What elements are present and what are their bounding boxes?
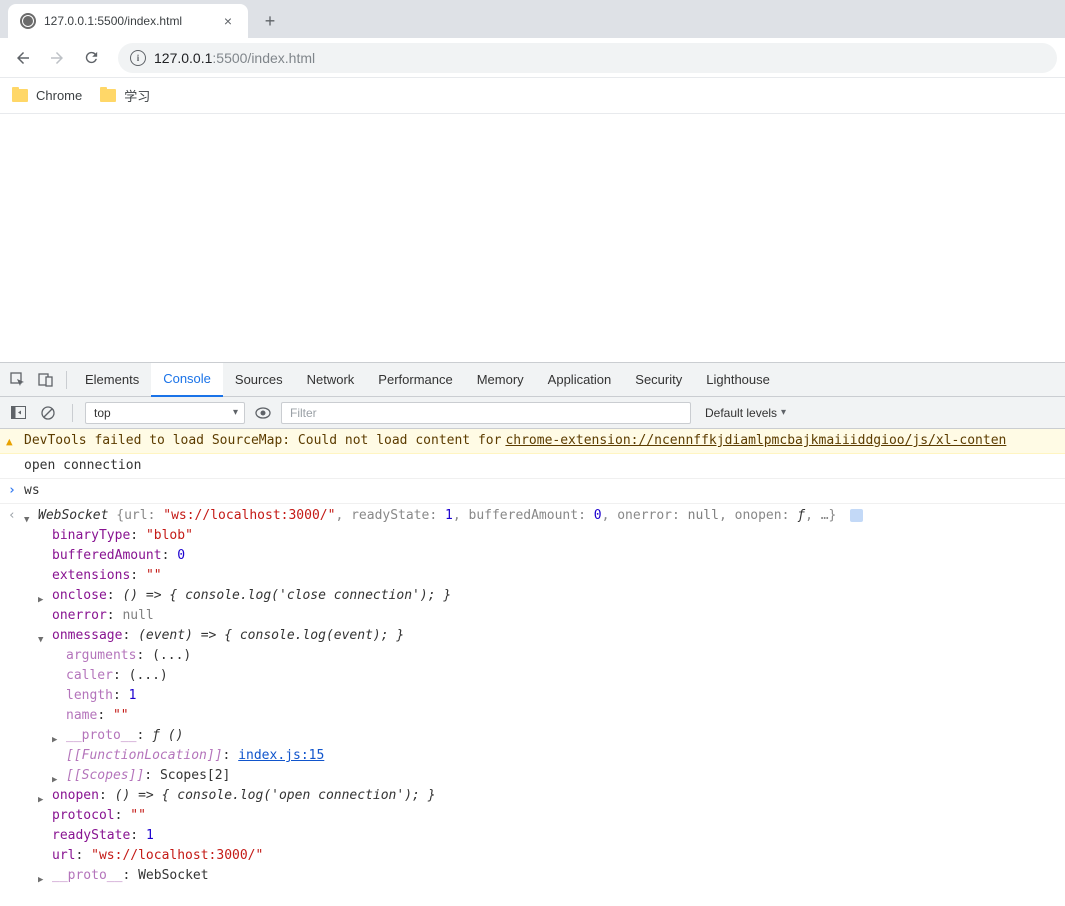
tab-network[interactable]: Network — [295, 363, 367, 397]
console-input-row[interactable]: ws — [0, 479, 1065, 504]
bookmark-chrome[interactable]: Chrome — [12, 88, 82, 103]
reload-button[interactable] — [76, 43, 106, 73]
prop-caller[interactable]: caller: (...) — [52, 666, 1057, 686]
prop-extensions[interactable]: extensions: "" — [38, 566, 1057, 586]
tab-application[interactable]: Application — [536, 363, 624, 397]
tab-title: 127.0.0.1:5500/index.html — [44, 14, 212, 28]
filter-input[interactable]: Filter — [281, 402, 691, 424]
prop-proto[interactable]: __proto__: ƒ () — [52, 726, 1057, 746]
prop-protocol[interactable]: protocol: "" — [38, 806, 1057, 826]
console-output: DevTools failed to load SourceMap: Could… — [0, 429, 1065, 888]
devtools-tab-bar: Elements Console Sources Network Perform… — [0, 363, 1065, 397]
live-expression-icon[interactable] — [251, 401, 275, 425]
info-badge-icon[interactable] — [850, 509, 863, 522]
prop-url[interactable]: url: "ws://localhost:3000/" — [38, 846, 1057, 866]
prop-bufferedamount[interactable]: bufferedAmount: 0 — [38, 546, 1057, 566]
prop-arguments[interactable]: arguments: (...) — [52, 646, 1057, 666]
forward-button[interactable] — [42, 43, 72, 73]
tab-sources[interactable]: Sources — [223, 363, 295, 397]
globe-icon — [20, 13, 36, 29]
tab-lighthouse[interactable]: Lighthouse — [694, 363, 782, 397]
prop-onopen[interactable]: onopen: () => { console.log('open connec… — [38, 786, 1057, 806]
sourcemap-link[interactable]: chrome-extension://ncennffkjdiamlpmcbajk… — [505, 431, 1006, 451]
back-button[interactable] — [8, 43, 38, 73]
tab-security[interactable]: Security — [623, 363, 694, 397]
address-bar[interactable]: i 127.0.0.1:5500/index.html — [118, 43, 1057, 73]
websocket-object[interactable]: WebSocket {url: "ws://localhost:3000/", … — [24, 506, 1057, 526]
device-toggle-icon[interactable] — [32, 367, 60, 393]
browser-tab[interactable]: 127.0.0.1:5500/index.html × — [8, 4, 248, 38]
log-level-selector[interactable]: Default levels — [697, 406, 794, 420]
close-icon[interactable]: × — [220, 13, 236, 29]
bookmark-study[interactable]: 学习 — [100, 86, 150, 105]
browser-toolbar: i 127.0.0.1:5500/index.html — [0, 38, 1065, 78]
source-link[interactable]: index.js:15 — [238, 748, 324, 763]
info-icon[interactable]: i — [130, 50, 146, 66]
page-viewport — [0, 114, 1065, 362]
console-log-row[interactable]: open connection — [0, 454, 1065, 479]
prop-scopes[interactable]: [[Scopes]]: Scopes[2] — [52, 766, 1057, 786]
prop-name[interactable]: name: "" — [52, 706, 1057, 726]
prop-binarytype[interactable]: binaryType: "blob" — [38, 526, 1057, 546]
prop-length[interactable]: length: 1 — [52, 686, 1057, 706]
devtools-panel: Elements Console Sources Network Perform… — [0, 362, 1065, 888]
prop-proto-ws[interactable]: __proto__: WebSocket — [38, 866, 1057, 886]
console-toolbar: top Filter Default levels — [0, 397, 1065, 429]
clear-console-icon[interactable] — [36, 401, 60, 425]
new-tab-button[interactable]: + — [256, 7, 284, 35]
tab-strip: 127.0.0.1:5500/index.html × + — [0, 0, 1065, 38]
prop-onclose[interactable]: onclose: () => { console.log('close conn… — [38, 586, 1057, 606]
tab-console[interactable]: Console — [151, 363, 223, 397]
tab-performance[interactable]: Performance — [366, 363, 464, 397]
prop-functionlocation[interactable]: [[FunctionLocation]]: index.js:15 — [52, 746, 1057, 766]
console-warning-row[interactable]: DevTools failed to load SourceMap: Could… — [0, 429, 1065, 454]
tab-memory[interactable]: Memory — [465, 363, 536, 397]
prop-onerror[interactable]: onerror: null — [38, 606, 1057, 626]
folder-icon — [12, 89, 28, 102]
bookmarks-bar: Chrome 学习 — [0, 78, 1065, 114]
inspect-element-icon[interactable] — [4, 367, 32, 393]
folder-icon — [100, 89, 116, 102]
url-text: 127.0.0.1:5500/index.html — [154, 50, 315, 66]
tab-elements[interactable]: Elements — [73, 363, 151, 397]
prop-onmessage[interactable]: onmessage: (event) => { console.log(even… — [38, 626, 1057, 646]
console-object-row[interactable]: WebSocket {url: "ws://localhost:3000/", … — [0, 504, 1065, 888]
context-selector[interactable]: top — [85, 402, 245, 424]
prop-readystate[interactable]: readyState: 1 — [38, 826, 1057, 846]
console-sidebar-toggle-icon[interactable] — [6, 401, 30, 425]
